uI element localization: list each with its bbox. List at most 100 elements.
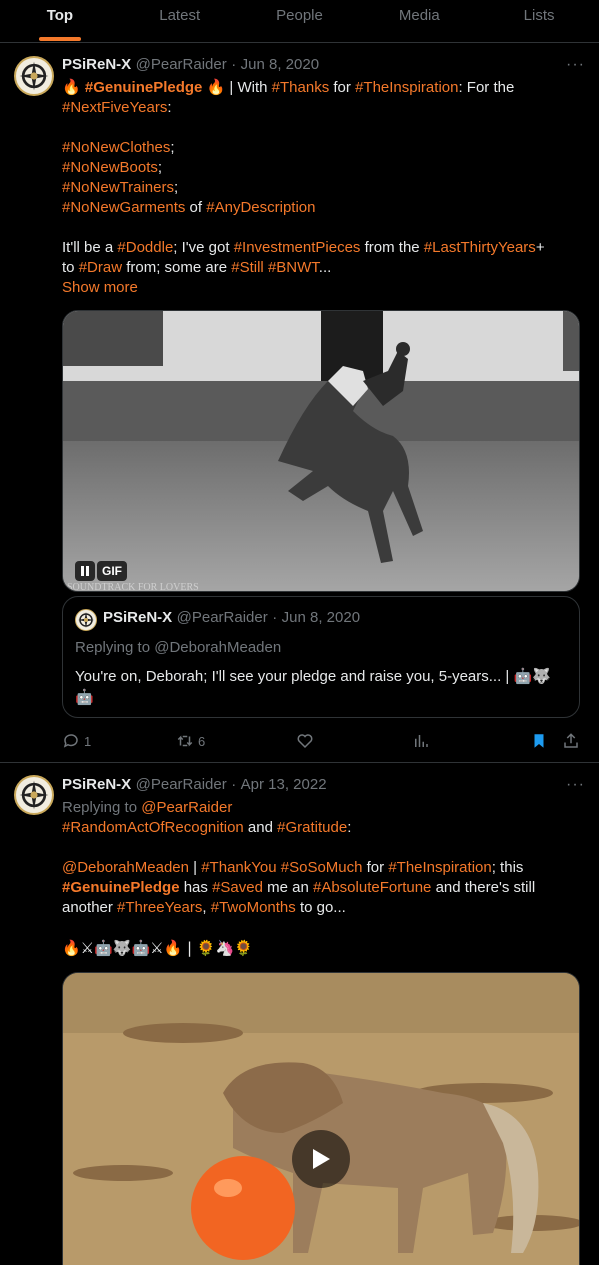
- gif-media[interactable]: SOUNDTRACK FOR LOVERS GIF: [62, 310, 580, 592]
- hashtag[interactable]: #ThreeYears: [117, 899, 202, 916]
- text-span: from the: [360, 239, 424, 256]
- text-span: :: [167, 99, 172, 116]
- hashtag[interactable]: #GenuinePledge: [85, 79, 203, 96]
- hashtag[interactable]: #NoNewBoots: [62, 159, 158, 176]
- hashtag[interactable]: #TheInspiration: [388, 859, 491, 876]
- quoted-tweet[interactable]: PSiReN-X @PearRaider · Jun 8, 2020 Reply…: [62, 596, 580, 718]
- hashtag[interactable]: #Saved: [212, 879, 263, 896]
- display-name: PSiReN-X: [103, 609, 173, 626]
- search-tabs: Top Latest People Media Lists: [0, 0, 599, 43]
- timestamp[interactable]: Jun 8, 2020: [241, 56, 319, 73]
- views-button[interactable]: [412, 732, 430, 750]
- handle[interactable]: @PearRaider: [136, 56, 227, 73]
- text-span: from; some are: [122, 259, 232, 276]
- tab-media[interactable]: Media: [359, 0, 479, 42]
- text-span: ; this: [491, 859, 524, 876]
- text-span: ;: [157, 159, 163, 176]
- tab-latest[interactable]: Latest: [120, 0, 240, 42]
- text-span: for: [329, 79, 356, 96]
- bookmark-icon: [534, 734, 544, 748]
- hashtag[interactable]: #Gratitude: [277, 819, 347, 836]
- hashtag[interactable]: #SoSoMuch: [281, 859, 363, 876]
- more-options-icon[interactable]: ···: [566, 56, 585, 74]
- text-line: #NextFiveYears:: [62, 98, 562, 118]
- display-name[interactable]: PSiReN-X: [62, 56, 131, 73]
- tweet-text: 🔥 #GenuinePledge 🔥 | With #Thanks for #T…: [62, 77, 562, 298]
- play-icon: [313, 1149, 330, 1169]
- robot-emoji: 🤖: [75, 688, 94, 706]
- avatar[interactable]: [14, 775, 54, 815]
- text-span: and: [243, 819, 278, 836]
- pause-icon[interactable]: [75, 561, 95, 581]
- timestamp[interactable]: Apr 13, 2022: [241, 776, 327, 793]
- hashtag[interactable]: #ThankYou: [201, 859, 276, 876]
- hashtag[interactable]: #Thanks: [272, 79, 330, 96]
- share-icon: [564, 733, 578, 748]
- hashtag[interactable]: #AbsoluteFortune: [313, 879, 431, 896]
- hashtag[interactable]: #BNWT: [268, 259, 319, 276]
- emoji-line: 🔥⚔🤖🐺🤖⚔🔥 | 🌻🦄🌻: [62, 939, 253, 957]
- text-line: #NoNewClothes;: [62, 138, 562, 158]
- text-line: to #Draw from; some are #Still #BNWT...: [62, 258, 562, 278]
- tweet-header: PSiReN-X @PearRaider · Jun 8, 2020: [62, 56, 319, 76]
- hashtag[interactable]: #NextFiveYears: [62, 99, 167, 116]
- text-span: another: [62, 899, 118, 916]
- mention-link[interactable]: @DeborahMeaden: [62, 859, 189, 876]
- hashtag[interactable]: #NoNewGarments: [62, 199, 185, 216]
- tab-top[interactable]: Top: [0, 0, 120, 42]
- text-span: :: [347, 819, 352, 836]
- handle[interactable]: @PearRaider: [136, 776, 227, 793]
- like-button[interactable]: [296, 732, 314, 750]
- text-span: and there's still: [431, 879, 536, 896]
- avatar-emblem-icon: [76, 610, 96, 630]
- hashtag[interactable]: #Draw: [79, 259, 122, 276]
- text-line: #NoNewBoots;: [62, 158, 562, 178]
- robot-wolf-emoji: 🤖🐺: [513, 667, 551, 685]
- gif-controls: GIF: [75, 561, 127, 581]
- hashtag[interactable]: #GenuinePledge: [62, 879, 180, 896]
- text-line: #GenuinePledge has #Saved me an #Absolut…: [62, 878, 562, 898]
- retweet-icon: [177, 735, 193, 747]
- reply-icon: [63, 734, 78, 748]
- quote-text: You're on, Deborah; I'll see your pledge…: [75, 666, 565, 707]
- hashtag[interactable]: #LastThirtyYears: [424, 239, 536, 256]
- avatar[interactable]: [14, 56, 54, 96]
- retweet-button[interactable]: 6: [176, 732, 205, 750]
- show-more-link[interactable]: Show more: [62, 278, 562, 298]
- share-button[interactable]: [562, 732, 580, 750]
- text-span: of: [185, 199, 207, 216]
- bookmark-button[interactable]: [530, 732, 548, 750]
- mention-link[interactable]: @PearRaider: [141, 799, 232, 816]
- avatar[interactable]: [75, 609, 97, 631]
- hashtag[interactable]: #TwoMonths: [211, 899, 296, 916]
- play-button[interactable]: [292, 1130, 350, 1188]
- pony-video-thumbnail: [63, 973, 579, 1265]
- more-options-icon[interactable]: ···: [566, 776, 585, 794]
- text-span: +: [535, 239, 545, 256]
- reply-count: 1: [84, 733, 92, 749]
- hashtag[interactable]: #NoNewClothes: [62, 139, 170, 156]
- tab-people[interactable]: People: [240, 0, 360, 42]
- hashtag[interactable]: #RandomActOfRecognition: [62, 819, 244, 836]
- tab-lists[interactable]: Lists: [479, 0, 599, 42]
- reply-button[interactable]: 1: [62, 732, 91, 750]
- hashtag[interactable]: #Doddle: [117, 239, 173, 256]
- hashtag[interactable]: #TheInspiration: [355, 79, 458, 96]
- fire-emoji: 🔥: [62, 78, 81, 96]
- retweet-count: 6: [198, 733, 206, 749]
- hashtag[interactable]: #Still: [231, 259, 264, 276]
- tweet-actions: 1 6: [62, 732, 582, 752]
- handle: @PearRaider: [176, 609, 268, 626]
- horse-gif-image: SOUNDTRACK FOR LOVERS: [63, 311, 579, 591]
- video-media[interactable]: [62, 972, 580, 1265]
- hashtag[interactable]: #NoNewTrainers: [62, 179, 174, 196]
- dot-separator: ·: [231, 56, 237, 73]
- text-span: has: [179, 879, 213, 896]
- heart-icon: [297, 734, 313, 749]
- text-span: It'll be a: [62, 239, 118, 256]
- hashtag[interactable]: #AnyDescription: [206, 199, 315, 216]
- tweet-text: Replying to @PearRaider #RandomActOfReco…: [62, 798, 562, 958]
- hashtag[interactable]: #InvestmentPieces: [234, 239, 361, 256]
- text-line: another #ThreeYears, #TwoMonths to go...: [62, 898, 562, 918]
- display-name[interactable]: PSiReN-X: [62, 776, 131, 793]
